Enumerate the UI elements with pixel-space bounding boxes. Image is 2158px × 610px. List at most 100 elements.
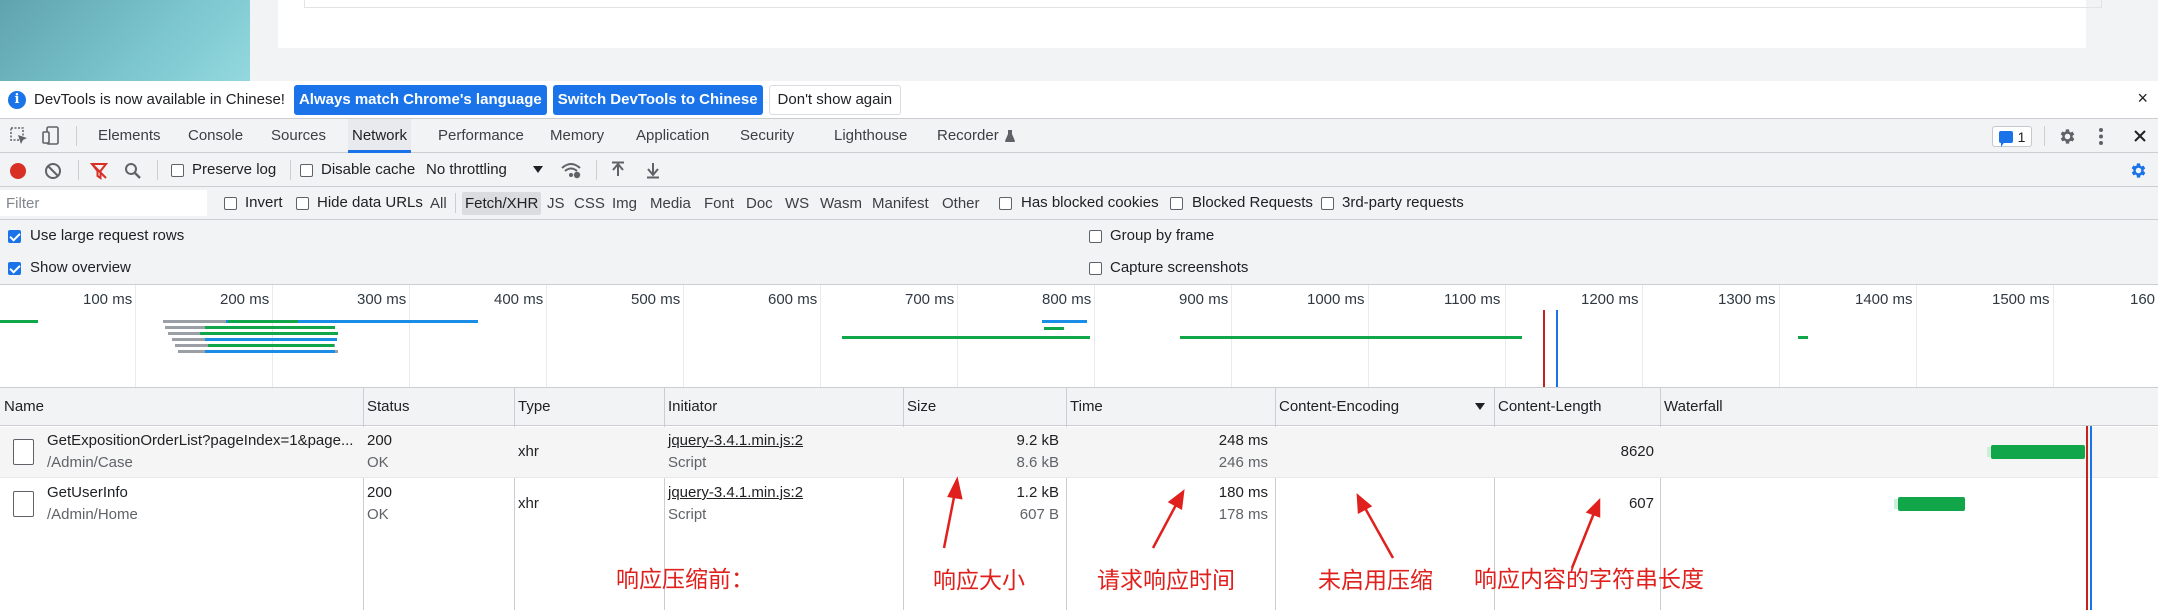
overview-tick: 160 (2130, 291, 2156, 308)
filter-type-wasm[interactable]: Wasm (817, 192, 865, 215)
filter-type-ws[interactable]: WS (782, 192, 812, 215)
overview-segment (1044, 327, 1064, 330)
chevron-down-icon (533, 166, 543, 173)
dont-show-again-button[interactable]: Don't show again (768, 84, 902, 115)
more-options-icon[interactable] (2096, 127, 2106, 146)
group-by-frame-checkbox[interactable] (1089, 230, 1102, 243)
close-icon[interactable]: × (2137, 88, 2148, 109)
show-overview-checkbox[interactable] (8, 262, 21, 275)
tab-network[interactable]: Network (348, 119, 412, 153)
overview-tick: 1300 ms (1718, 291, 1776, 308)
close-devtools-icon[interactable] (2133, 129, 2147, 143)
requests-table: Name Status Type Initiator Size Time Con… (0, 388, 2158, 610)
overview-segment (1042, 320, 1087, 323)
network-conditions-icon[interactable] (560, 161, 582, 179)
overview-grid-line (1779, 285, 1780, 387)
has-blocked-cookies-checkbox[interactable] (999, 197, 1012, 210)
clear-icon[interactable] (44, 162, 62, 180)
infobar-message: DevTools is now available in Chinese! (34, 91, 285, 108)
filter-type-css[interactable]: CSS (571, 192, 608, 215)
disable-cache-checkbox[interactable] (300, 164, 313, 177)
network-settings-gear-icon[interactable] (2129, 161, 2148, 180)
tabbar-divider-right (2044, 126, 2045, 146)
page-card-inner (304, 0, 2102, 8)
network-overview[interactable]: 100 ms 200 ms 300 ms 400 ms 500 ms 600 m… (0, 285, 2158, 388)
overview-tick: 1500 ms (1992, 291, 2050, 308)
has-blocked-cookies-label: Has blocked cookies (1021, 194, 1159, 211)
issues-badge[interactable]: 1 (1992, 126, 2032, 147)
overview-segment (200, 332, 338, 335)
group-by-frame-label: Group by frame (1110, 227, 1215, 244)
overview-segment (228, 320, 298, 323)
blocked-requests-checkbox[interactable] (1170, 197, 1183, 210)
device-toolbar-icon[interactable] (42, 126, 62, 146)
always-match-language-button[interactable]: Always match Chrome's language (293, 84, 547, 115)
filter-row: Invert Hide data URLs All Fetch/XHR JS C… (0, 187, 2158, 220)
page-area (0, 0, 2158, 81)
search-icon[interactable] (124, 162, 142, 180)
annotation-response-size: 响应大小 (933, 568, 1025, 594)
tab-console[interactable]: Console (188, 119, 243, 153)
filter-type-img[interactable]: Img (609, 192, 640, 215)
overview-grid-line (546, 285, 547, 387)
overview-grid-line (1094, 285, 1095, 387)
annotation-no-compression: 未启用压缩 (1318, 568, 1433, 594)
filter-type-media[interactable]: Media (647, 192, 694, 215)
tab-application[interactable]: Application (636, 119, 709, 153)
overview-grid-line (820, 285, 821, 387)
overview-segment (208, 344, 334, 347)
filter-type-doc[interactable]: Doc (743, 192, 776, 215)
hide-data-urls-checkbox[interactable] (296, 197, 309, 210)
overview-grid-line (1916, 285, 1917, 387)
filter-input[interactable] (0, 190, 207, 216)
tab-performance[interactable]: Performance (438, 119, 524, 153)
annotation-arrows (942, 476, 1601, 569)
issues-count: 1 (2017, 128, 2026, 145)
tab-security[interactable]: Security (740, 119, 794, 153)
filter-divider (455, 193, 456, 213)
overview-tick: 400 ms (494, 291, 544, 308)
toolbar-divider-3 (290, 160, 291, 180)
preserve-log-checkbox[interactable] (171, 164, 184, 177)
filter-icon[interactable] (90, 162, 108, 180)
filter-type-all[interactable]: All (427, 192, 450, 215)
overview-grid-line (135, 285, 136, 387)
overview-segment (0, 320, 38, 323)
overview-tick: 900 ms (1179, 291, 1229, 308)
tab-lighthouse[interactable]: Lighthouse (834, 119, 907, 153)
invert-checkbox[interactable] (224, 197, 237, 210)
import-har-icon[interactable] (610, 161, 626, 179)
overview-segment (205, 338, 337, 341)
capture-screenshots-checkbox[interactable] (1089, 262, 1102, 275)
overview-segment (205, 326, 335, 329)
tab-elements[interactable]: Elements (98, 119, 161, 153)
capture-screenshots-label: Capture screenshots (1110, 259, 1249, 276)
overview-segment (842, 336, 1090, 339)
tab-sources[interactable]: Sources (271, 119, 326, 153)
filter-type-js[interactable]: JS (544, 192, 568, 215)
overview-tick: 600 ms (768, 291, 818, 308)
tab-memory[interactable]: Memory (550, 119, 604, 153)
overview-tick: 800 ms (1042, 291, 1092, 308)
third-party-label: 3rd-party requests (1342, 194, 1464, 211)
filter-type-manifest[interactable]: Manifest (869, 192, 932, 215)
info-icon: i (8, 90, 26, 109)
overview-tick: 1400 ms (1855, 291, 1913, 308)
large-rows-checkbox[interactable] (8, 230, 21, 243)
settings-gear-icon[interactable] (2058, 127, 2077, 146)
filter-type-other[interactable]: Other (939, 192, 983, 215)
switch-to-chinese-button[interactable]: Switch DevTools to Chinese (552, 84, 763, 115)
record-icon[interactable] (9, 162, 27, 180)
throttling-select[interactable]: No throttling (426, 161, 507, 178)
overview-grid-line (683, 285, 684, 387)
overview-tick: 1000 ms (1307, 291, 1365, 308)
hide-data-urls-label: Hide data URLs (317, 194, 423, 211)
filter-type-font[interactable]: Font (701, 192, 737, 215)
tab-recorder[interactable]: Recorder (937, 119, 999, 153)
export-har-icon[interactable] (645, 161, 661, 179)
filter-type-fetch-xhr[interactable]: Fetch/XHR (462, 192, 542, 215)
annotation-request-time: 请求响应时间 (1097, 568, 1235, 594)
toolbar-divider (78, 160, 79, 180)
third-party-checkbox[interactable] (1321, 197, 1334, 210)
inspect-element-icon[interactable] (10, 127, 28, 145)
